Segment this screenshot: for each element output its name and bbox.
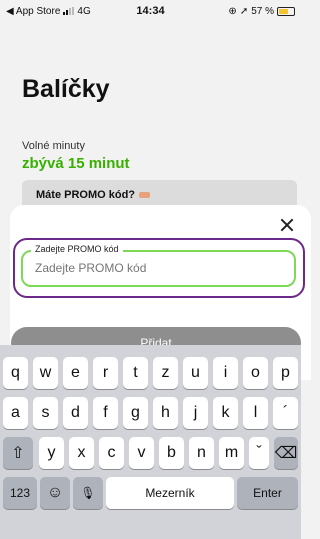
key-o[interactable]: o bbox=[243, 357, 268, 389]
promo-code-input[interactable] bbox=[35, 261, 285, 275]
battery-icon bbox=[277, 6, 295, 16]
network-type: 4G bbox=[77, 5, 91, 17]
key-g[interactable]: g bbox=[123, 397, 148, 429]
key-y[interactable]: y bbox=[39, 437, 64, 469]
key-l[interactable]: l bbox=[243, 397, 268, 429]
backspace-key[interactable]: ⌫ bbox=[274, 437, 298, 469]
key-caron[interactable]: ˇ bbox=[249, 437, 269, 469]
key-x[interactable]: x bbox=[69, 437, 94, 469]
back-to-app-store-link[interactable]: ◀ App Store bbox=[6, 6, 60, 17]
shift-key[interactable]: ⇧ bbox=[3, 437, 33, 469]
key-h[interactable]: h bbox=[153, 397, 178, 429]
key-n[interactable]: n bbox=[189, 437, 214, 469]
key-c[interactable]: c bbox=[99, 437, 124, 469]
space-key[interactable]: Mezerník bbox=[106, 477, 234, 509]
key-e[interactable]: e bbox=[63, 357, 88, 389]
key-j[interactable]: j bbox=[183, 397, 208, 429]
emoji-key[interactable]: ☺ bbox=[40, 477, 70, 509]
keyboard: q w e r t z u i o p a s d f g h j k l ´ … bbox=[0, 345, 301, 539]
status-bar-right: ⊕ ➚ 57 % bbox=[228, 6, 295, 17]
key-b[interactable]: b bbox=[159, 437, 184, 469]
microphone-key[interactable]: 🎙 bbox=[73, 477, 103, 509]
status-bar-left: ◀ App Store 4G bbox=[6, 6, 116, 17]
key-t[interactable]: t bbox=[123, 357, 148, 389]
key-s[interactable]: s bbox=[33, 397, 58, 429]
key-q[interactable]: q bbox=[3, 357, 28, 389]
signal-icon bbox=[63, 7, 75, 15]
key-w[interactable]: w bbox=[33, 357, 58, 389]
key-z[interactable]: z bbox=[153, 357, 178, 389]
key-i[interactable]: i bbox=[213, 357, 238, 389]
promo-code-field[interactable]: Zadejte PROMO kód bbox=[21, 244, 296, 287]
orientation-lock-icon: ⊕ bbox=[228, 5, 237, 17]
key-v[interactable]: v bbox=[129, 437, 154, 469]
key-d[interactable]: d bbox=[63, 397, 88, 429]
key-u[interactable]: u bbox=[183, 357, 208, 389]
ticket-icon bbox=[139, 192, 151, 199]
promo-field-focus-ring: Zadejte PROMO kód bbox=[13, 238, 305, 298]
key-p[interactable]: p bbox=[273, 357, 298, 389]
battery-percent: 57 % bbox=[251, 5, 274, 17]
key-r[interactable]: r bbox=[93, 357, 118, 389]
enter-key[interactable]: Enter bbox=[237, 477, 298, 509]
key-f[interactable]: f bbox=[93, 397, 118, 429]
free-minutes-value: zbývá 15 minut bbox=[22, 155, 130, 172]
page-title: Balíčky bbox=[22, 75, 110, 103]
promo-card-label: Máte PROMO kód? bbox=[36, 189, 136, 201]
promo-field-label: Zadejte PROMO kód bbox=[31, 244, 123, 254]
status-bar: ◀ App Store 4G 14:34 ⊕ ➚ 57 % bbox=[0, 0, 301, 22]
key-acute[interactable]: ´ bbox=[273, 397, 298, 429]
location-icon: ➚ bbox=[239, 5, 249, 17]
close-icon[interactable] bbox=[280, 218, 294, 232]
key-a[interactable]: a bbox=[3, 397, 28, 429]
key-m[interactable]: m bbox=[219, 437, 244, 469]
key-k[interactable]: k bbox=[213, 397, 238, 429]
numbers-key[interactable]: 123 bbox=[3, 477, 37, 509]
free-minutes-label: Volné minuty bbox=[22, 140, 85, 152]
